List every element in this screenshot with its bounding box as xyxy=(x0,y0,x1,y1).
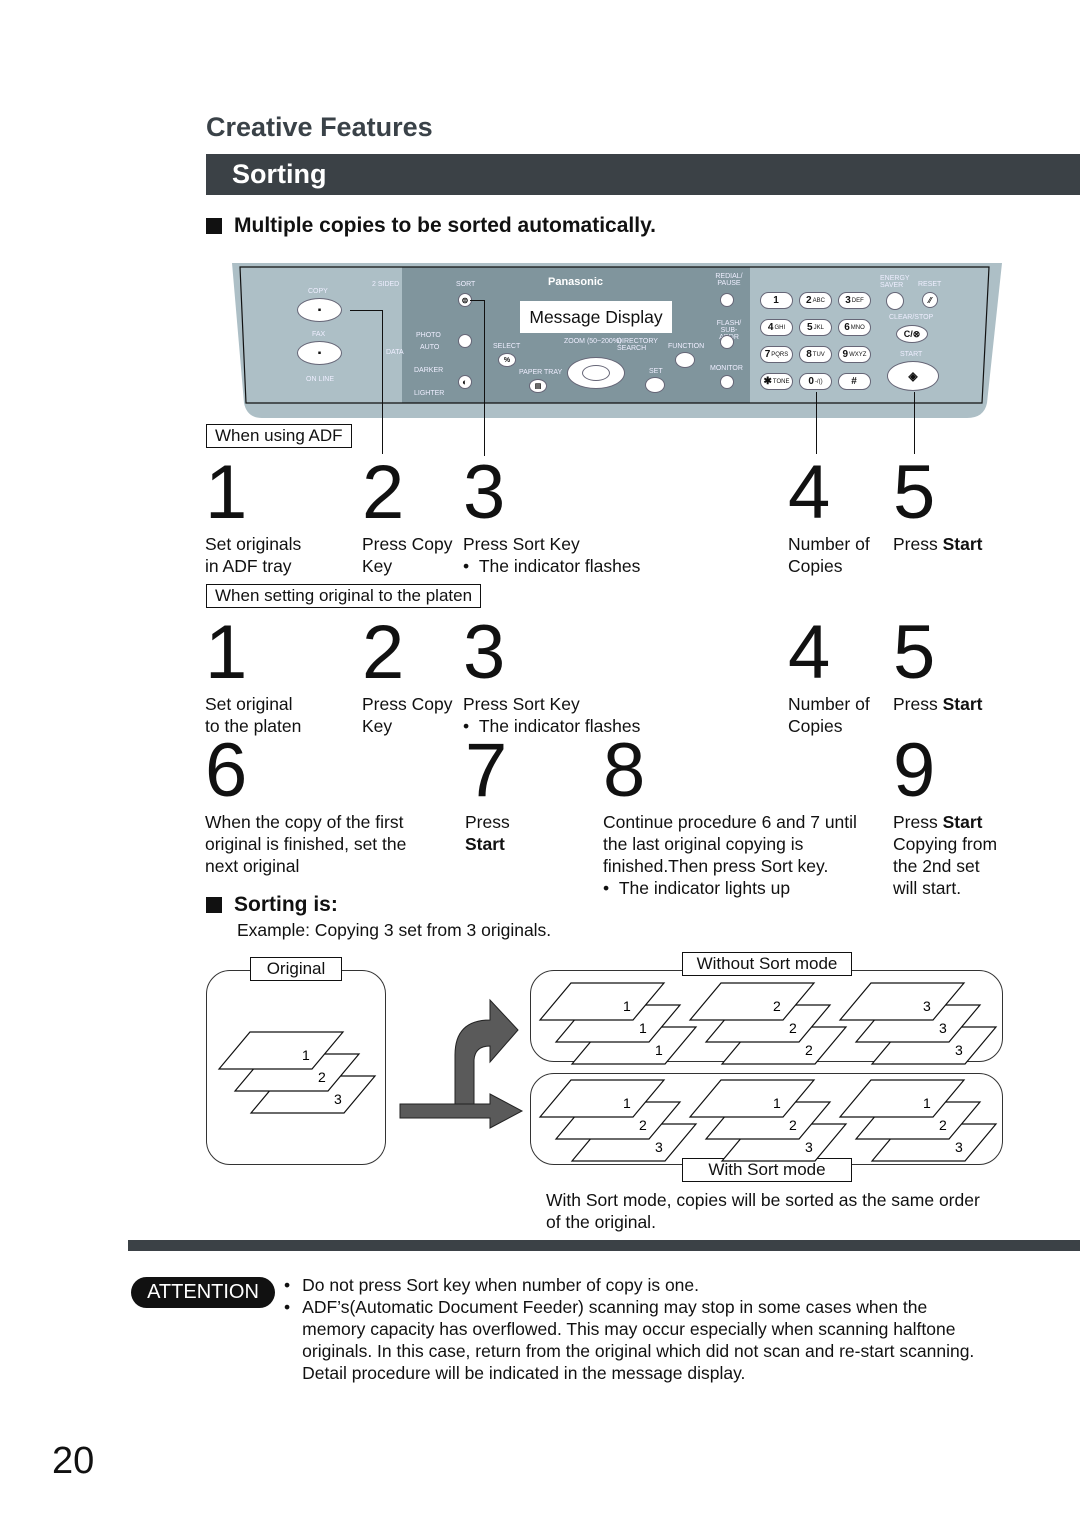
branch-arrow-icon xyxy=(399,998,524,1129)
sort-note-line: of the original. xyxy=(546,1212,656,1232)
attention-line: Do not press Sort key when number of cop… xyxy=(302,1275,700,1295)
attention-line: memory capacity has overflowed. This may… xyxy=(302,1319,956,1339)
sheet-number: 3 xyxy=(805,1139,813,1155)
sheet-number: 1 xyxy=(923,1095,931,1111)
attention-line: originals. In this case, return from the… xyxy=(302,1341,975,1361)
sheet-number: 2 xyxy=(773,998,781,1014)
attention-item: • Do not press Sort key when number of co… xyxy=(284,1275,700,1295)
sheet-number: 3 xyxy=(923,998,931,1014)
attention-list: • Do not press Sort key when number of co… xyxy=(284,1274,974,1384)
sheet-number: 3 xyxy=(655,1139,663,1155)
sort-note-line: With Sort mode, copies will be sorted as… xyxy=(546,1190,980,1210)
divider xyxy=(128,1240,1080,1251)
sheet-number: 1 xyxy=(623,1095,631,1111)
sheet-number: 2 xyxy=(318,1069,326,1085)
sheet-number: 1 xyxy=(623,998,631,1014)
sheet-number: 3 xyxy=(955,1139,963,1155)
sheet-number: 1 xyxy=(655,1042,663,1058)
sort-note: With Sort mode, copies will be sorted as… xyxy=(546,1189,980,1233)
sheet-number: 1 xyxy=(302,1047,310,1063)
sheet-number: 2 xyxy=(939,1117,947,1133)
sheet-number: 2 xyxy=(789,1020,797,1036)
sheet-number: 3 xyxy=(955,1042,963,1058)
sheet-number: 1 xyxy=(773,1095,781,1111)
sheet-number: 3 xyxy=(939,1020,947,1036)
sheet-number: 2 xyxy=(639,1117,647,1133)
attention-line: ADF’s(Automatic Document Feeder) scannin… xyxy=(302,1297,928,1317)
page-number: 20 xyxy=(52,1440,95,1482)
attention-item: • ADF’s(Automatic Document Feeder) scanni… xyxy=(284,1297,975,1383)
sheet-number: 3 xyxy=(334,1091,342,1107)
attention-badge: ATTENTION xyxy=(131,1277,275,1308)
attention-line: Detail procedure will be indicated in th… xyxy=(302,1363,746,1383)
sheet-number: 2 xyxy=(789,1117,797,1133)
sheet-number: 2 xyxy=(805,1042,813,1058)
sheet-number: 1 xyxy=(639,1020,647,1036)
